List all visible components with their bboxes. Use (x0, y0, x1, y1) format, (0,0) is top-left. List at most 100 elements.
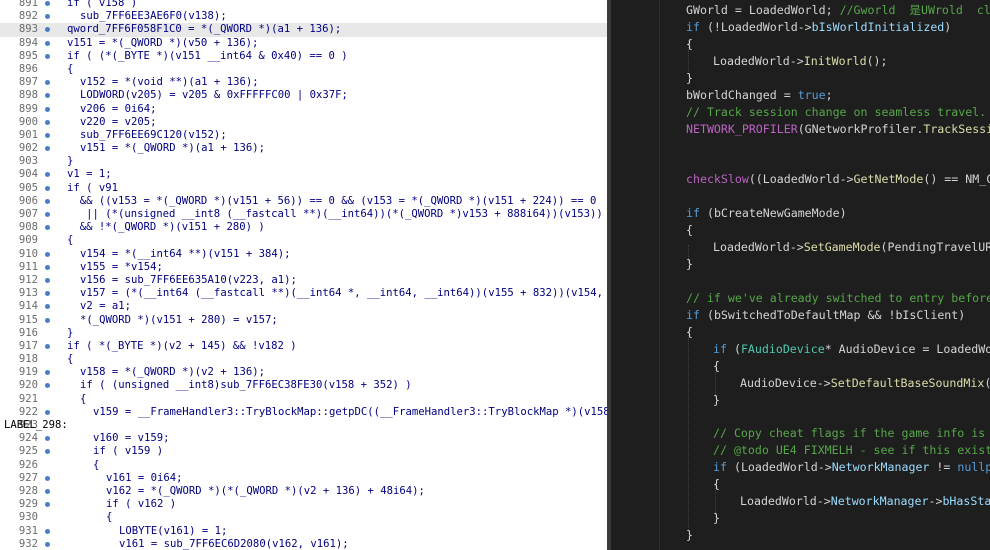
breakpoint-dot-icon[interactable] (45, 132, 50, 138)
ida-code-line[interactable]: 931 LOBYTE(v161) = 1; (0, 525, 607, 538)
ida-code-line[interactable]: 925 if ( v159 ) (0, 445, 607, 458)
breakpoint-dot-icon[interactable] (45, 198, 50, 204)
ida-code-line[interactable]: 892 sub_7FF6EE3AE6F0(v138); (0, 10, 607, 23)
breakpoint-dot-icon[interactable] (45, 541, 50, 547)
source-line[interactable]: NETWORK_PROFILER(GNetworkProfiler.TrackS… (686, 121, 990, 138)
source-line[interactable]: // @todo UE4 FIXMELH - see if this exist… (686, 442, 990, 459)
ida-code-line[interactable]: 914 v2 = a1; (0, 300, 607, 313)
source-line[interactable]: } (686, 510, 990, 527)
source-line[interactable]: } (686, 527, 990, 544)
source-line[interactable]: } (686, 256, 990, 273)
ida-code-line[interactable]: 906 && ((v153 = *(_QWORD *)(v151 + 56)) … (0, 195, 607, 208)
source-line[interactable]: if (bSwitchedToDefaultMap && !bIsClient) (686, 307, 990, 324)
source-line[interactable]: bWorldChanged = true; (686, 87, 990, 104)
source-line[interactable]: if (bCreateNewGameMode) (686, 205, 990, 222)
ida-code-line[interactable]: 896 { (0, 63, 607, 76)
ida-code-line[interactable]: 921 { (0, 393, 607, 406)
breakpoint-dot-icon[interactable] (45, 488, 50, 494)
source-line[interactable] (686, 154, 990, 171)
ida-code-line[interactable]: 904 v1 = 1; (0, 168, 607, 181)
ida-code-line[interactable]: 910 v154 = *(__int64 **)(v151 + 384); (0, 248, 607, 261)
ida-code-line[interactable]: 901 sub_7FF6EE69C120(v152); (0, 129, 607, 142)
breakpoint-dot-icon[interactable] (45, 225, 50, 231)
ida-code-line[interactable]: 932 v161 = sub_7FF6EC6D2080(v162, v161); (0, 538, 607, 550)
source-line[interactable]: LoadedWorld->NetworkManager->bHasStan (686, 493, 990, 510)
ida-code-line[interactable]: 909 { (0, 234, 607, 247)
ida-code-line[interactable]: 915 *(_QWORD *)(v151 + 280) = v157; (0, 314, 607, 327)
breakpoint-dot-icon[interactable] (45, 449, 50, 455)
breakpoint-dot-icon[interactable] (45, 185, 50, 191)
source-line[interactable]: { (686, 222, 990, 239)
breakpoint-dot-icon[interactable] (45, 304, 50, 310)
ida-code-line[interactable]: 923 LABEL_298: (0, 419, 607, 432)
breakpoint-dot-icon[interactable] (45, 502, 50, 508)
breakpoint-dot-icon[interactable] (45, 317, 50, 323)
breakpoint-dot-icon[interactable] (45, 343, 50, 349)
ida-code-line[interactable]: 908 && !*(_QWORD *)(v151 + 280) ) (0, 221, 607, 234)
breakpoint-dot-icon[interactable] (45, 27, 50, 33)
breakpoint-dot-icon[interactable] (45, 383, 50, 389)
source-line[interactable]: } (686, 70, 990, 87)
breakpoint-dot-icon[interactable] (45, 80, 50, 86)
ida-code-line[interactable]: 907 || (*(unsigned __int8 (__fastcall **… (0, 208, 607, 221)
breakpoint-dot-icon[interactable] (45, 14, 50, 20)
ida-code-line[interactable]: 898 LODWORD(v205) = v205 & 0xFFFFFC00 | 0… (0, 89, 607, 102)
breakpoint-dot-icon[interactable] (45, 436, 50, 442)
breakpoint-dot-icon[interactable] (45, 264, 50, 270)
source-line[interactable] (686, 188, 990, 205)
breakpoint-dot-icon[interactable] (45, 40, 50, 46)
breakpoint-dot-icon[interactable] (45, 93, 50, 99)
ida-code-line[interactable]: 919 v158 = *(_QWORD *)(v2 + 136); (0, 366, 607, 379)
source-line[interactable]: GWorld = LoadedWorld; //Gworld 是UWrold c… (686, 2, 990, 19)
ida-code-line[interactable]: 900 v220 = v205; (0, 116, 607, 129)
ida-pseudocode-view[interactable]: 891 if ( v158 ) 892 sub_7FF6EE3AE6F0(v138);… (0, 0, 607, 550)
ida-code-line[interactable]: 922 v159 = __FrameHandler3::TryBlockMap::… (0, 406, 607, 419)
source-line[interactable]: LoadedWorld->InitWorld(); (686, 53, 990, 70)
ida-code-line[interactable]: 916} (0, 327, 607, 340)
breakpoint-dot-icon[interactable] (45, 106, 50, 112)
breakpoint-dot-icon[interactable] (45, 277, 50, 283)
breakpoint-dot-icon[interactable] (45, 1, 50, 6)
source-line[interactable]: { (686, 36, 990, 53)
ida-code-line[interactable]: 895 if ( (*(_BYTE *)(v151 __int64 & 0x40)… (0, 50, 607, 63)
ida-code-line[interactable]: 928 v162 = *(_QWORD *)(*(_QWORD *)(v2 + 1… (0, 485, 607, 498)
source-line[interactable]: // if we've already switched to entry be… (686, 290, 990, 307)
ida-code-line[interactable]: 905 if ( v91 (0, 182, 607, 195)
source-line[interactable]: { (686, 358, 990, 375)
source-line[interactable]: { (686, 324, 990, 341)
source-line[interactable]: AudioDevice->SetDefaultBaseSoundMix(L (686, 375, 990, 392)
source-line[interactable]: if (!LoadedWorld->bIsWorldInitialized) (686, 19, 990, 36)
ida-code-line[interactable]: 920 if ( (unsigned __int8)sub_7FF6EC38FE3… (0, 379, 607, 392)
source-line[interactable] (686, 409, 990, 426)
breakpoint-dot-icon[interactable] (45, 291, 50, 297)
breakpoint-dot-icon[interactable] (45, 251, 50, 257)
ida-code-line[interactable]: 926 { (0, 459, 607, 472)
source-line[interactable]: // Track session change on seamless trav… (686, 104, 990, 121)
breakpoint-dot-icon[interactable] (45, 212, 50, 217)
ida-code-line[interactable]: 929 if ( v162 ) (0, 498, 607, 511)
ida-code-line[interactable]: 894 v151 = *(_QWORD *)(v50 + 136); (0, 37, 607, 50)
source-line[interactable]: checkSlow((LoadedWorld->GetNetMode() == … (686, 171, 990, 188)
breakpoint-dot-icon[interactable] (45, 409, 50, 415)
source-line[interactable]: LoadedWorld->SetGameMode(PendingTravelUR… (686, 239, 990, 256)
source-line[interactable]: // Copy cheat flags if the game info is … (686, 425, 990, 442)
breakpoint-dot-icon[interactable] (45, 528, 50, 534)
source-line[interactable]: } (686, 392, 990, 409)
breakpoint-dot-icon[interactable] (45, 475, 50, 481)
ida-code-line[interactable]: 930 { (0, 511, 607, 524)
ida-code-line[interactable]: 924 v160 = v159; (0, 432, 607, 445)
ida-code-line[interactable]: 897 v152 = *(void **)(a1 + 136); (0, 76, 607, 89)
breakpoint-dot-icon[interactable] (45, 53, 50, 59)
ida-code-line[interactable]: 891 if ( v158 ) (0, 0, 607, 10)
source-line[interactable]: if (FAudioDevice* AudioDevice = LoadedWo… (686, 341, 990, 358)
source-line[interactable] (686, 273, 990, 290)
source-line[interactable] (686, 138, 990, 155)
ida-code-line[interactable]: 912 v156 = sub_7FF6EE635A10(v223, a1); (0, 274, 607, 287)
ida-code-line[interactable]: 917 if ( *(_BYTE *)(v2 + 145) && !v182 ) (0, 340, 607, 353)
ida-code-line[interactable]: 899 v206 = 0i64; (0, 103, 607, 116)
breakpoint-dot-icon[interactable] (45, 370, 50, 376)
ida-code-line[interactable]: 927 v161 = 0i64; (0, 472, 607, 485)
source-line[interactable]: if (LoadedWorld->NetworkManager != nullp… (686, 459, 990, 476)
breakpoint-dot-icon[interactable] (45, 172, 50, 178)
visual-studio-editor[interactable]: GWorld = LoadedWorld; //Gworld 是UWrold c… (611, 0, 990, 550)
